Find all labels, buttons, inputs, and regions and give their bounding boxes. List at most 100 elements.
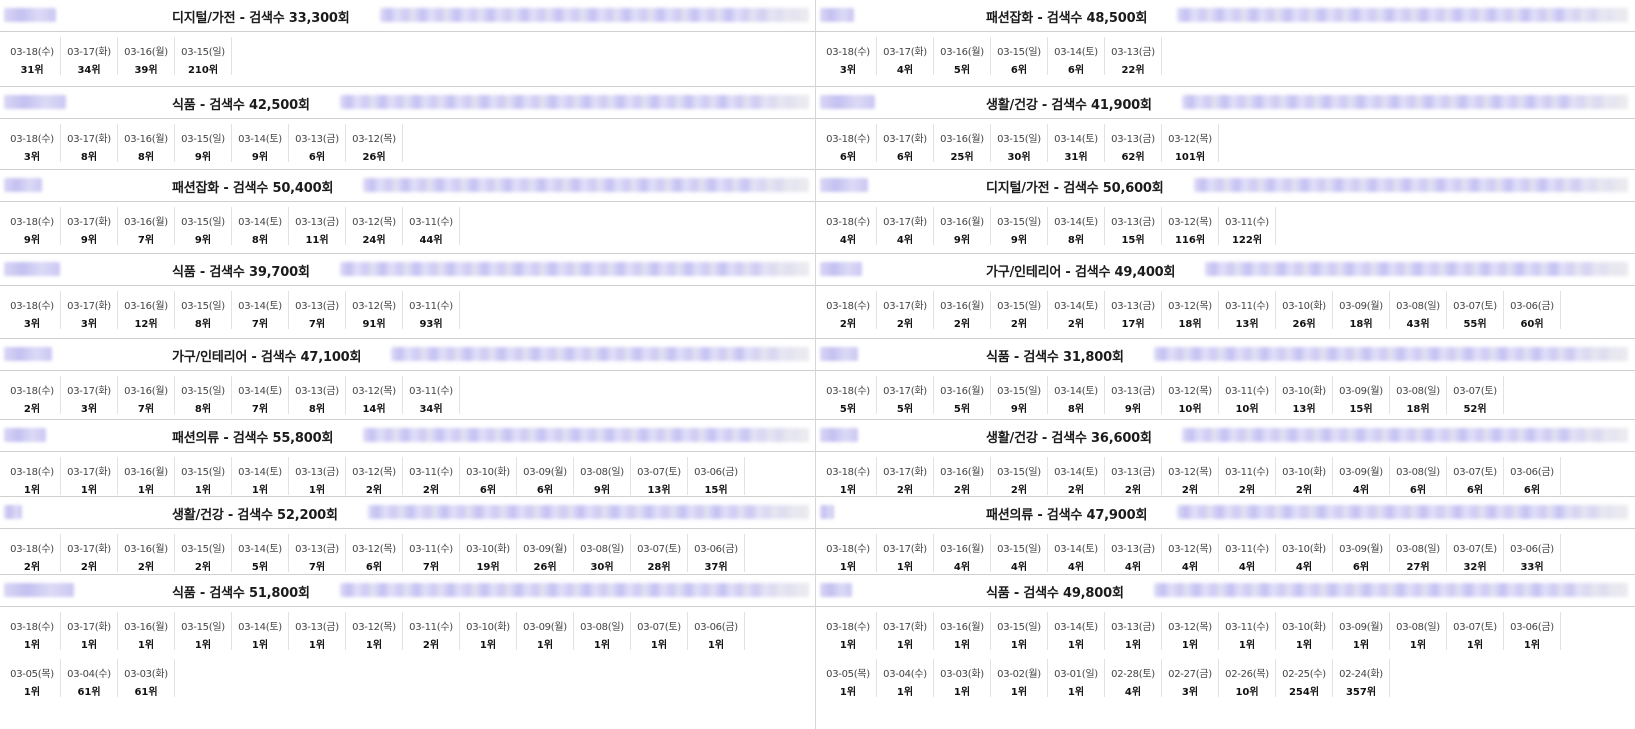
panel-title: 가구/인테리어 - 검색수 49,400회: [986, 265, 1176, 280]
rank-date: 03-17(화): [67, 386, 111, 397]
rank-date: 03-10(화): [1282, 622, 1326, 633]
rank-date: 03-15(일): [997, 622, 1041, 633]
rank-cell: 03-13(금) 7위: [289, 291, 346, 330]
panel-header: 디지털/가전 - 검색수 33,300회: [0, 0, 815, 32]
rank-value: 1위: [896, 687, 914, 698]
rank-date: 03-16(월): [940, 544, 984, 555]
rank-cell: 03-16(월) 4위: [934, 534, 991, 573]
rank-cell: 03-18(수) 3위: [820, 37, 877, 76]
rank-date: 03-18(수): [826, 301, 870, 312]
rank-date: 03-13(금): [295, 301, 339, 312]
rank-date: 03-07(토): [1453, 467, 1497, 478]
rank-value: 10위: [1235, 404, 1259, 415]
rank-date: 03-18(수): [826, 467, 870, 478]
rank-cell: 03-12(목) 1위: [346, 612, 403, 651]
rank-date: 03-17(화): [67, 301, 111, 312]
rank-cell: 03-16(월) 25위: [934, 124, 991, 163]
rank-cell: 03-15(일) 8위: [175, 376, 232, 415]
rank-value: 1위: [1238, 640, 1256, 651]
rank-date: 03-16(월): [124, 217, 168, 228]
rank-date: 03-07(토): [637, 467, 681, 478]
rank-date: 03-14(토): [1054, 386, 1098, 397]
rank-value: 15위: [1349, 404, 1373, 415]
rank-value: 9위: [1010, 235, 1028, 246]
rank-value: 3위: [23, 319, 41, 330]
rank-cell: 03-18(수) 1위: [820, 457, 877, 496]
rank-value: 15위: [704, 485, 728, 496]
rank-value: 61위: [134, 687, 158, 698]
rank-value: 1위: [839, 562, 857, 573]
rank-cell: 03-17(화) 1위: [877, 612, 934, 651]
rank-date: 02-28(토): [1111, 669, 1155, 680]
rank-cell: 03-05(목) 1위: [4, 659, 61, 698]
rank-value: 1위: [80, 485, 98, 496]
keyword-panel: 생활/건강 - 검색수 36,600회 03-18(수) 1위 03-17(화) 2위 0…: [816, 419, 1635, 496]
rank-value: 7위: [422, 562, 440, 573]
rank-cell: 03-12(목) 1위: [1162, 612, 1219, 651]
rank-date: 03-13(금): [295, 386, 339, 397]
rank-date: 03-12(목): [352, 386, 396, 397]
rank-value: 9위: [194, 152, 212, 163]
rank-value: 9위: [80, 235, 98, 246]
rank-date: 03-11(수): [1225, 544, 1269, 555]
rank-cell: 03-13(금) 2위: [1105, 457, 1162, 496]
left-column: 디지털/가전 - 검색수 33,300회 03-18(수) 31위 03-17(화) 3…: [0, 0, 815, 729]
keyword-panel: 패션의류 - 검색수 47,900회 03-18(수) 1위 03-17(화) 1위 03…: [816, 496, 1635, 574]
rank-value: 8위: [194, 319, 212, 330]
rank-date: 03-12(목): [352, 544, 396, 555]
panel-header: 패션의류 - 검색수 55,800회: [0, 420, 815, 452]
rank-cell: 03-14(토) 9위: [232, 124, 289, 163]
rank-cell: 03-10(화) 2위: [1276, 457, 1333, 496]
rank-date: 03-12(목): [1168, 301, 1212, 312]
rank-value: 9위: [593, 485, 611, 496]
rank-date: 03-14(토): [238, 217, 282, 228]
rank-cell: 03-04(수) 1위: [877, 659, 934, 698]
rank-date: 03-07(토): [637, 544, 681, 555]
rank-date: 03-15(일): [997, 467, 1041, 478]
keyword-panel: 가구/인테리어 - 검색수 49,400회 03-18(수) 2위 03-17(화) 2…: [816, 253, 1635, 338]
rank-value: 43위: [1406, 319, 1430, 330]
rank-cell: 03-15(일) 9위: [175, 207, 232, 246]
rank-date: 03-16(월): [124, 386, 168, 397]
rank-cell: 03-14(토) 4위: [1048, 534, 1105, 573]
redacted-product-name: [1205, 262, 1628, 276]
rank-date: 03-15(일): [997, 544, 1041, 555]
keyword-panel: 패션의류 - 검색수 55,800회 03-18(수) 1위 03-17(화) 1위 03…: [0, 419, 815, 496]
rank-value: 30위: [1007, 152, 1031, 163]
rank-cell: 03-18(수) 3위: [4, 124, 61, 163]
rank-date: 02-24(화): [1339, 669, 1383, 680]
rank-date: 03-15(일): [997, 47, 1041, 58]
rank-date: 03-16(월): [124, 544, 168, 555]
redacted-keyword: [4, 178, 42, 192]
redacted-keyword: [820, 505, 834, 519]
rank-cell: 03-06(금) 6위: [1504, 457, 1561, 496]
rank-value: 1위: [839, 687, 857, 698]
rank-cell: 03-11(수) 2위: [1219, 457, 1276, 496]
panel-title: 생활/건강 - 검색수 41,900회: [986, 98, 1152, 113]
rank-date: 03-16(월): [940, 301, 984, 312]
rank-cell: 02-26(목) 10위: [1219, 659, 1276, 698]
panel-title: 식품 - 검색수 42,500회: [172, 98, 310, 113]
rank-value: 5위: [953, 65, 971, 76]
rank-date: 03-16(월): [124, 134, 168, 145]
rank-date: 03-15(일): [181, 622, 225, 633]
rank-value: 15위: [1121, 235, 1145, 246]
rank-value: 9위: [1124, 404, 1142, 415]
rank-value: 4위: [1352, 485, 1370, 496]
rank-cell: 03-11(수) 93위: [403, 291, 460, 330]
rank-cell: 03-17(화) 1위: [877, 534, 934, 573]
rank-date: 03-11(수): [1225, 217, 1269, 228]
rank-date: 03-09(월): [523, 622, 567, 633]
rank-value: 8위: [308, 404, 326, 415]
panel-title: 디지털/가전 - 검색수 33,300회: [172, 11, 350, 26]
rank-cell: 03-12(목) 18위: [1162, 291, 1219, 330]
rank-date: 03-15(일): [181, 301, 225, 312]
rank-value: 4위: [896, 235, 914, 246]
rank-value: 18위: [1349, 319, 1373, 330]
rank-date: 03-14(토): [1054, 217, 1098, 228]
rank-date: 03-17(화): [883, 467, 927, 478]
keyword-rank-grid: 디지털/가전 - 검색수 33,300회 03-18(수) 31위 03-17(화) 3…: [0, 0, 1635, 729]
rank-value: 2위: [896, 319, 914, 330]
rank-date: 03-03(화): [940, 669, 984, 680]
rank-cell: 03-15(일) 9위: [175, 124, 232, 163]
